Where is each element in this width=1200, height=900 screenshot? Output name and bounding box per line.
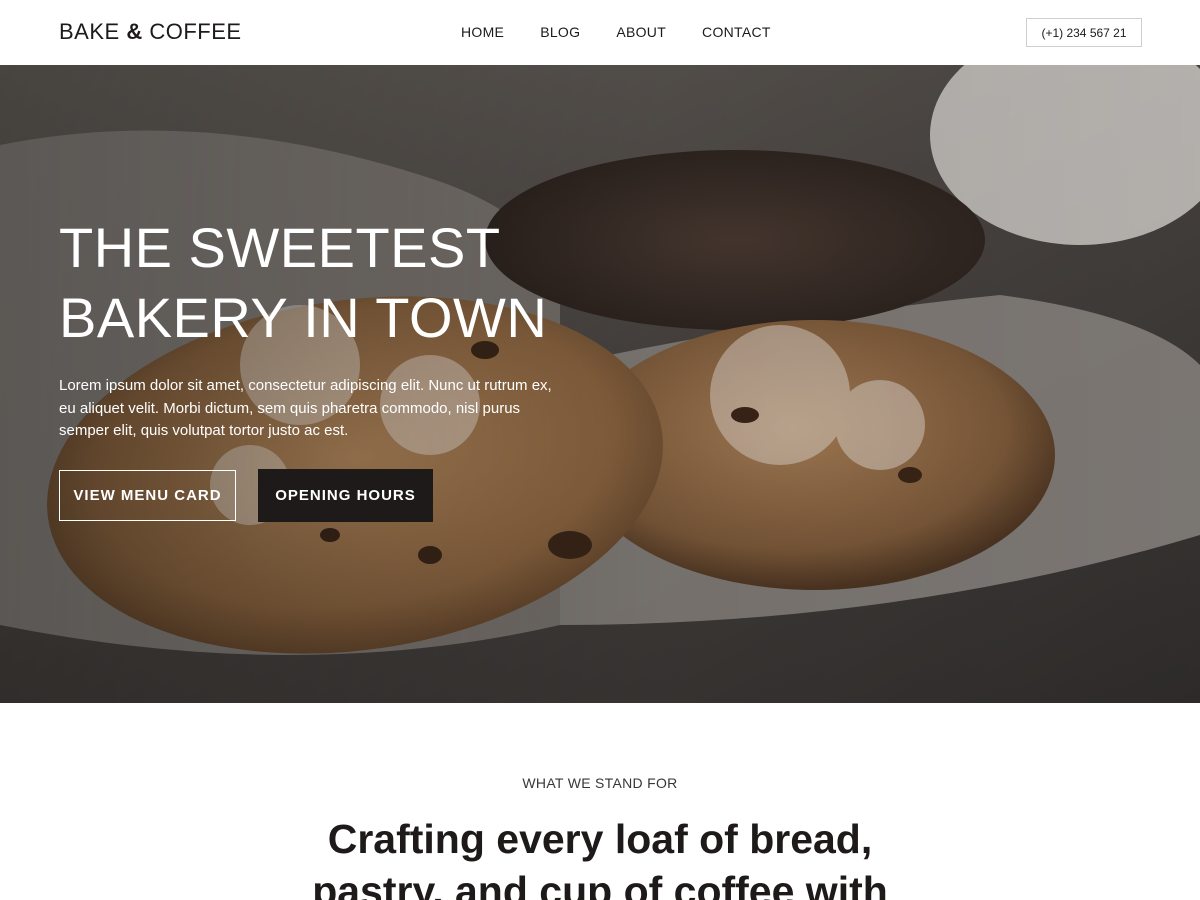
logo-ampersand: & — [126, 19, 143, 44]
logo-text-right: COFFEE — [149, 19, 242, 44]
nav-blog[interactable]: BLOG — [540, 24, 580, 40]
logo-text-left: BAKE — [59, 19, 120, 44]
view-menu-card-button[interactable]: VIEW MENU CARD — [59, 470, 236, 521]
nav-home[interactable]: HOME — [461, 24, 504, 40]
section-label: WHAT WE STAND FOR — [522, 775, 678, 791]
nav-about[interactable]: ABOUT — [616, 24, 666, 40]
hero-title: THE SWEETEST BAKERY IN TOWN — [59, 213, 679, 353]
nav-contact[interactable]: CONTACT — [702, 24, 771, 40]
hero-title-line1: THE SWEETEST — [59, 216, 501, 279]
hero-content: THE SWEETEST BAKERY IN TOWN Lorem ipsum … — [59, 213, 679, 443]
main-nav: HOME BLOG ABOUT CONTACT — [461, 24, 807, 40]
section-heading: Crafting every loaf of bread, pastry, an… — [312, 816, 888, 900]
hero-description: Lorem ipsum dolor sit amet, consectetur … — [59, 377, 552, 439]
opening-hours-button[interactable]: OPENING HOURS — [258, 469, 433, 522]
phone-button[interactable]: (+1) 234 567 21 — [1026, 18, 1142, 47]
hero-title-line2: BAKERY IN TOWN — [59, 286, 548, 349]
hero-section: THE SWEETEST BAKERY IN TOWN Lorem ipsum … — [0, 65, 1200, 703]
site-header: BAKE & COFFEE HOME BLOG ABOUT CONTACT (+… — [0, 0, 1200, 65]
logo[interactable]: BAKE & COFFEE — [59, 19, 242, 45]
hero-buttons: VIEW MENU CARD OPENING HOURS — [59, 469, 433, 522]
